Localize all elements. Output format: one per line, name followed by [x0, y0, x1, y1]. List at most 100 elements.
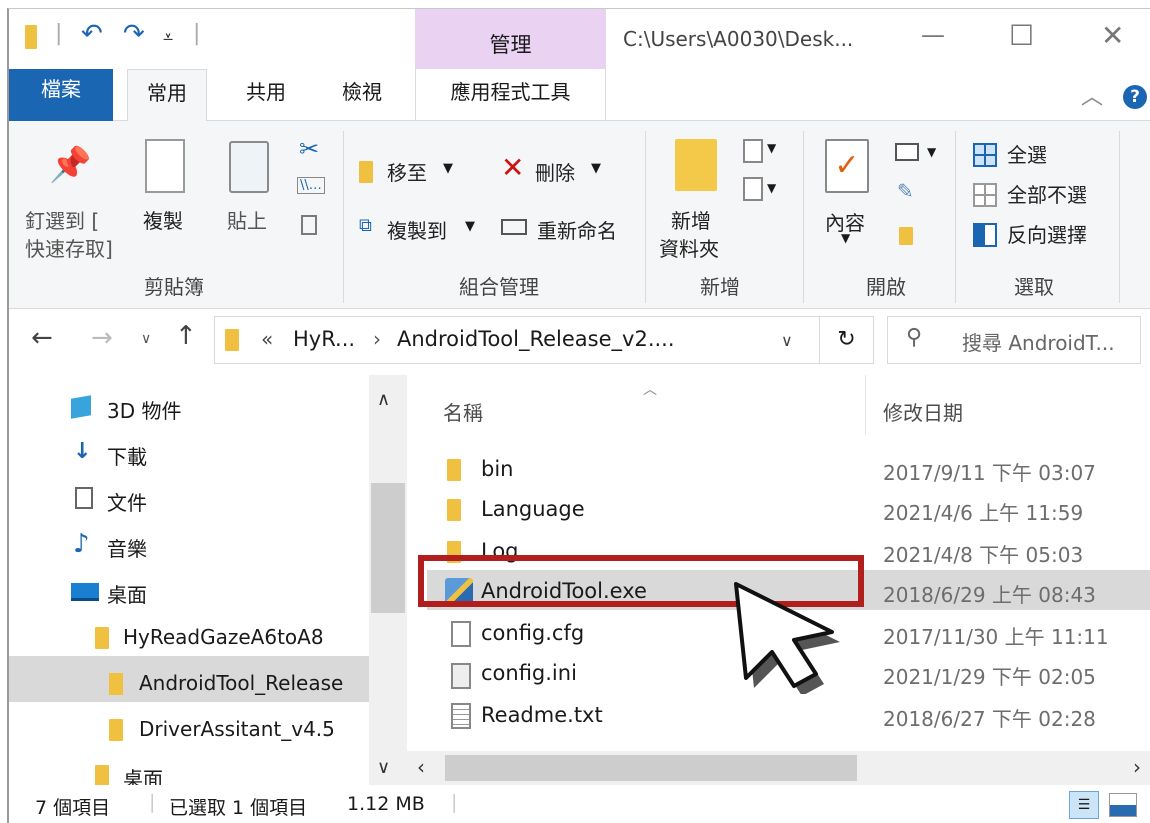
navigation-pane: 3D 物件 ↓ 下載 文件 ♪ 音樂 桌面 HyReadGazeA6toA8 A…: [9, 375, 407, 791]
nav-item-downloads[interactable]: 下載: [107, 441, 147, 470]
copy-to-button[interactable]: 複製到: [387, 215, 447, 244]
address-row: ← → ∨ ↑ « HyR... › AndroidTool_Release_v…: [9, 309, 1150, 375]
history-icon[interactable]: [899, 227, 913, 249]
properties-icon: ✓: [825, 139, 869, 193]
file-date: 2017/11/30 上午 11:11: [883, 625, 1109, 649]
back-button[interactable]: ←: [31, 323, 53, 353]
divider: [955, 131, 956, 303]
copy-to-icon: ⧉: [359, 215, 372, 236]
divider: [1119, 131, 1120, 303]
nav-item-driverassitant[interactable]: DriverAssitant_v4.5: [139, 717, 335, 741]
cut-icon[interactable]: ✂: [299, 135, 319, 163]
search-placeholder: 搜尋 AndroidT...: [962, 331, 1115, 355]
folder-icon: [109, 719, 123, 745]
recent-locations-icon[interactable]: ∨: [141, 331, 151, 347]
copy-path-icon[interactable]: \\…: [297, 177, 325, 194]
tab-view[interactable]: 檢視: [327, 69, 397, 121]
breadcrumb-overflow[interactable]: «: [261, 327, 273, 351]
nav-item-music[interactable]: 音樂: [107, 533, 147, 562]
search-input[interactable]: ⚲ 搜尋 AndroidT...: [887, 316, 1141, 364]
search-icon: ⚲: [906, 325, 923, 350]
address-bar[interactable]: « HyR... › AndroidTool_Release_v2.... ∨: [214, 316, 820, 364]
column-header-date[interactable]: 修改日期: [883, 397, 963, 426]
file-name[interactable]: config.ini: [481, 661, 577, 685]
3d-objects-icon: [71, 395, 91, 419]
file-date: 2018/6/27 下午 02:28: [883, 707, 1096, 731]
file-name[interactable]: config.cfg: [481, 621, 584, 645]
horizontal-scrollbar[interactable]: ‹ ›: [407, 751, 1150, 785]
edit-icon[interactable]: ✎: [897, 179, 914, 203]
delete-button[interactable]: 刪除: [535, 157, 575, 186]
copy-button[interactable]: 複製: [143, 205, 183, 234]
window-title: C:\Users\A0030\Desk...: [623, 27, 854, 51]
nav-item-3d-objects[interactable]: 3D 物件: [107, 395, 181, 424]
customize-quick-access-icon[interactable]: ⩡: [163, 27, 173, 48]
file-name[interactable]: Readme.txt: [481, 703, 603, 727]
nav-item-desktop[interactable]: 桌面: [107, 579, 147, 608]
file-name[interactable]: Language: [481, 497, 585, 521]
sort-indicator-icon: ︿: [643, 382, 657, 398]
pin-quick-access-line1[interactable]: 釘選到 [: [25, 205, 99, 234]
scrollbar-thumb[interactable]: [371, 483, 405, 613]
chevron-down-icon[interactable]: ∨: [781, 331, 793, 350]
scrollbar-thumb[interactable]: [445, 755, 857, 781]
undo-icon[interactable]: ↶: [81, 19, 103, 49]
select-all-button[interactable]: 全選: [1007, 139, 1047, 168]
chevron-down-icon: ▼: [767, 141, 777, 155]
scroll-right-icon[interactable]: ›: [1133, 755, 1141, 779]
status-bar: 7 個項目 | 已選取 1 個項目 1.12 MB | ☰: [9, 785, 1150, 823]
paste-button[interactable]: 貼上: [227, 205, 267, 234]
divider: [343, 131, 344, 303]
easy-access-icon[interactable]: [743, 177, 763, 201]
minimize-button[interactable]: —: [921, 21, 945, 49]
file-name[interactable]: bin: [481, 457, 513, 481]
tab-manage-context[interactable]: 管理: [415, 9, 606, 69]
breadcrumb-current[interactable]: AndroidTool_Release_v2....: [397, 327, 675, 351]
breadcrumb-hyr[interactable]: HyR...: [293, 327, 355, 351]
tab-app-tools[interactable]: 應用程式工具: [415, 69, 606, 121]
paste-shortcut-icon[interactable]: [301, 215, 317, 235]
new-item-icon[interactable]: [743, 139, 763, 163]
close-button[interactable]: ✕: [1101, 19, 1124, 52]
details-view-icon[interactable]: ☰: [1069, 791, 1099, 819]
maximize-button[interactable]: ☐: [1009, 19, 1034, 52]
select-all-icon: [973, 143, 997, 167]
scroll-up-icon[interactable]: ∧: [377, 389, 390, 410]
up-button[interactable]: ↑: [175, 321, 197, 351]
new-folder-line2[interactable]: 資料夾: [659, 233, 719, 262]
scroll-left-icon[interactable]: ‹: [417, 755, 425, 779]
column-header-name[interactable]: 名稱: [443, 397, 483, 426]
folder-icon: [225, 329, 239, 355]
select-group-label: 選取: [1014, 275, 1054, 299]
tab-file[interactable]: 檔案: [9, 69, 113, 121]
open-icon[interactable]: [895, 143, 919, 161]
move-to-button[interactable]: 移至: [387, 157, 427, 186]
invert-selection-button[interactable]: 反向選擇: [1007, 219, 1087, 248]
nav-scrollbar[interactable]: ∧ ∨: [369, 375, 407, 785]
tab-share[interactable]: 共用: [231, 69, 301, 121]
open-group-label: 開啟: [866, 275, 906, 299]
cursor-pointer-icon: [734, 582, 840, 694]
large-icons-view-icon[interactable]: [1109, 793, 1137, 817]
refresh-button[interactable]: ↻: [819, 316, 874, 364]
nav-item-androidtool-release[interactable]: AndroidTool_Release: [139, 671, 367, 695]
nav-item-hyreadgaze[interactable]: HyReadGazeA6toA8: [123, 625, 324, 649]
new-group-label: 新增: [700, 275, 740, 299]
rename-button[interactable]: 重新命名: [537, 215, 617, 244]
redo-icon[interactable]: ↷: [123, 19, 145, 49]
forward-button[interactable]: →: [91, 323, 113, 353]
file-date: 2021/4/8 下午 05:03: [883, 543, 1084, 567]
tab-home[interactable]: 常用: [127, 69, 207, 122]
scroll-down-icon[interactable]: ∨: [377, 757, 390, 778]
nav-item-documents[interactable]: 文件: [107, 487, 147, 516]
collapse-ribbon-icon[interactable]: ︿: [1081, 79, 1103, 111]
explorer-window: | ↶ ↷ ⩡ | 管理 C:\Users\A0030\Desk... — ☐ …: [7, 8, 1150, 823]
select-none-icon: [973, 183, 997, 207]
item-count: 7 個項目: [35, 797, 111, 819]
new-folder-line1[interactable]: 新增: [671, 205, 711, 234]
select-none-button[interactable]: 全部不選: [1007, 179, 1087, 208]
pin-quick-access-line2[interactable]: 快速存取]: [25, 233, 113, 262]
column-divider: [865, 375, 866, 435]
help-icon[interactable]: ?: [1123, 85, 1147, 109]
file-date: 2018/6/29 上午 08:43: [883, 583, 1096, 607]
